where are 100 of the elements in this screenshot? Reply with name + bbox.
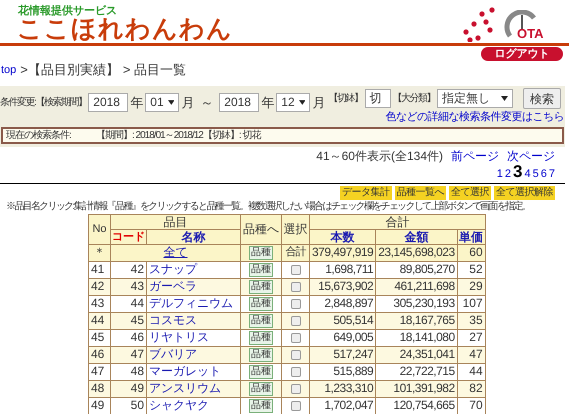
search-button[interactable]: 検索: [523, 88, 561, 109]
page-link[interactable]: 3: [513, 162, 522, 180]
page-link[interactable]: 1: [496, 168, 503, 180]
table-cell: 24,351,041: [376, 346, 458, 363]
previous-page-link[interactable]: 前ページ: [451, 147, 499, 165]
table-cell: 517,247: [310, 346, 376, 363]
column-header: 本数: [310, 229, 376, 244]
table-cell: 47: [110, 346, 146, 363]
variety-button[interactable]: 品種: [249, 348, 273, 362]
variety-button[interactable]: 品種: [249, 382, 273, 396]
detail-search-link[interactable]: 色などの詳細な検索条件変更はこちら: [386, 109, 564, 126]
action-button[interactable]: 品種一覧へ: [394, 186, 446, 200]
select-field[interactable]: 12: [276, 93, 310, 112]
table-cell: 107: [457, 295, 486, 312]
column-header: No: [88, 214, 110, 244]
brand-label: OTA: [517, 27, 544, 40]
tilde-label: ～: [200, 94, 214, 112]
select-field[interactable]: 01: [145, 93, 180, 112]
table-cell: 305,230,193: [376, 295, 458, 312]
item-link[interactable]: 全て: [164, 245, 188, 259]
page-link[interactable]: 2: [504, 168, 512, 180]
column-header: 品目: [110, 214, 240, 229]
page-link[interactable]: 6: [540, 168, 547, 180]
breadcrumb-item: >【品目別実績】: [20, 61, 119, 80]
column-header: 名称: [146, 229, 240, 244]
year-label: 年: [261, 94, 274, 112]
table-cell: ＊: [88, 244, 110, 261]
page-link[interactable]: 5: [532, 168, 539, 180]
variety-button[interactable]: 品種: [249, 314, 273, 328]
table-cell: 18,141,080: [376, 329, 458, 346]
table-cell: 52: [457, 261, 486, 278]
action-button[interactable]: 全て選択解除: [494, 186, 555, 200]
table-cell: 461,211,698: [376, 278, 458, 295]
select-field[interactable]: 切: [364, 89, 390, 108]
table-cell: 379,497,919: [310, 244, 376, 261]
table-cell: 2,848,897: [310, 295, 376, 312]
table-cell: 49: [110, 380, 146, 397]
variety-button[interactable]: 品種: [249, 364, 273, 379]
variety-button[interactable]: 品種: [249, 262, 273, 277]
table-cell: 1,698,711: [310, 261, 376, 278]
table-cell: 515,889: [310, 363, 376, 380]
table-cell: 49: [88, 397, 110, 414]
table-cell: 35: [457, 312, 486, 329]
service-label: 花情報提供サービス: [18, 6, 117, 17]
cut-label: 【切鉢】: [328, 92, 362, 106]
table-cell: 29: [457, 278, 486, 295]
table-cell: 44: [457, 363, 486, 380]
table-cell: 43: [88, 295, 110, 312]
action-button[interactable]: 全て選択: [449, 186, 491, 200]
year-label: 年: [130, 94, 144, 112]
column-header: 単価: [457, 229, 486, 244]
table-cell: 505,514: [310, 312, 376, 329]
table-cell: 41: [88, 261, 110, 278]
column-header: コード: [110, 229, 146, 244]
page-link[interactable]: 4: [524, 168, 531, 180]
category-label: 【大分類】: [392, 92, 435, 106]
table-cell: 46: [110, 329, 146, 346]
variety-button[interactable]: 品種: [249, 398, 273, 413]
table-cell: 15,673,902: [310, 278, 376, 295]
table-cell: 44: [110, 295, 146, 312]
logout-button[interactable]: ログアウト: [481, 47, 563, 61]
month-label: 月: [181, 94, 194, 112]
table-cell: 43: [110, 278, 146, 295]
table-cell: 42: [110, 261, 146, 278]
breadcrumb-link[interactable]: top: [1, 62, 16, 78]
current-conditions-label: 現在の検索条件:: [6, 128, 72, 142]
table-cell: 23,145,698,023: [376, 244, 458, 261]
select-field[interactable]: 2018: [88, 93, 128, 112]
variety-button[interactable]: 品種: [249, 246, 273, 260]
variety-button[interactable]: 品種: [249, 280, 273, 294]
column-header: 合計: [310, 214, 486, 229]
page-link[interactable]: 7: [548, 168, 555, 180]
table-cell: 45: [110, 312, 146, 329]
table-cell: 1,233,310: [310, 380, 376, 397]
column-header: 金額: [376, 229, 458, 244]
select-field[interactable]: 指定無し: [437, 89, 513, 108]
column-header: 品種へ: [240, 214, 282, 244]
table-cell: 101,391,982: [376, 380, 458, 397]
table-cell: 89,805,270: [376, 261, 458, 278]
next-page-link[interactable]: 次ページ: [507, 147, 555, 165]
table-cell: 45: [88, 329, 110, 346]
table-cell: 46: [88, 346, 110, 363]
instruction-note: ※品目名クリック:集計情報『品種』をクリックすると品種一覧。複数選択したい場合はチェック欄をチェックして上部ボタンで画面を指定。: [5, 200, 531, 212]
table-cell: 合計: [282, 244, 310, 261]
search-label: 条件変更:【検索期間】: [0, 96, 86, 110]
action-button[interactable]: データ集計: [340, 186, 392, 200]
table-cell: 27: [457, 329, 486, 346]
table-cell: 47: [457, 346, 486, 363]
table-cell: 60: [457, 244, 486, 261]
variety-button[interactable]: 品種: [249, 330, 273, 345]
variety-button[interactable]: 品種: [249, 296, 273, 311]
table-cell: 42: [88, 278, 110, 295]
table-cell: 47: [88, 363, 110, 380]
table-cell: 82: [457, 380, 486, 397]
table-cell: 48: [88, 380, 110, 397]
table-cell: 48: [110, 363, 146, 380]
select-field[interactable]: 2018: [219, 93, 260, 112]
breadcrumb-item: > 品目一覧: [122, 61, 186, 80]
table-cell: 18,167,765: [376, 312, 458, 329]
site-title: ここほれわんわん: [17, 17, 233, 42]
